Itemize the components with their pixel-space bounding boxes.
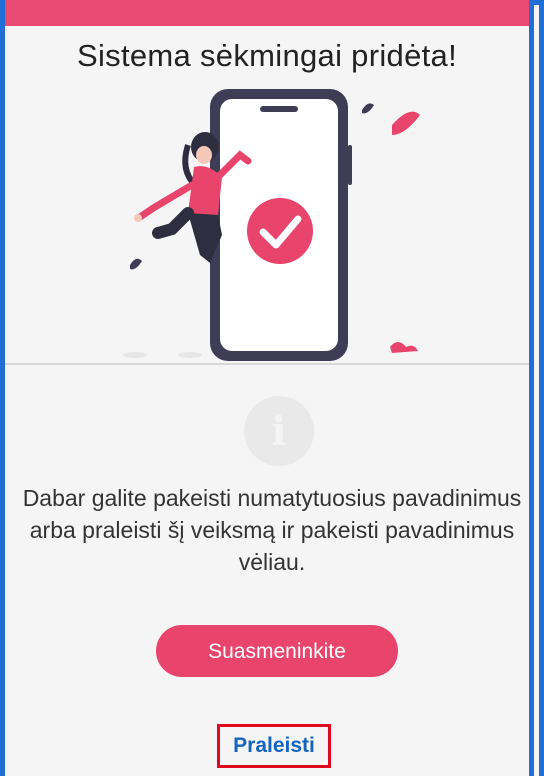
page-title: Sistema sėkmingai pridėta! xyxy=(77,38,457,73)
personalize-button[interactable]: Suasmeninkite xyxy=(156,625,398,677)
info-message: Dabar galite pakeisti numatytuosius pava… xyxy=(22,485,522,575)
skip-button[interactable]: Praleisti xyxy=(217,724,331,768)
section-divider xyxy=(5,363,529,365)
success-phone-illustration xyxy=(100,85,440,365)
top-accent-bar xyxy=(5,0,529,26)
info-icon: i xyxy=(244,396,314,466)
frame-right-border xyxy=(529,0,534,776)
